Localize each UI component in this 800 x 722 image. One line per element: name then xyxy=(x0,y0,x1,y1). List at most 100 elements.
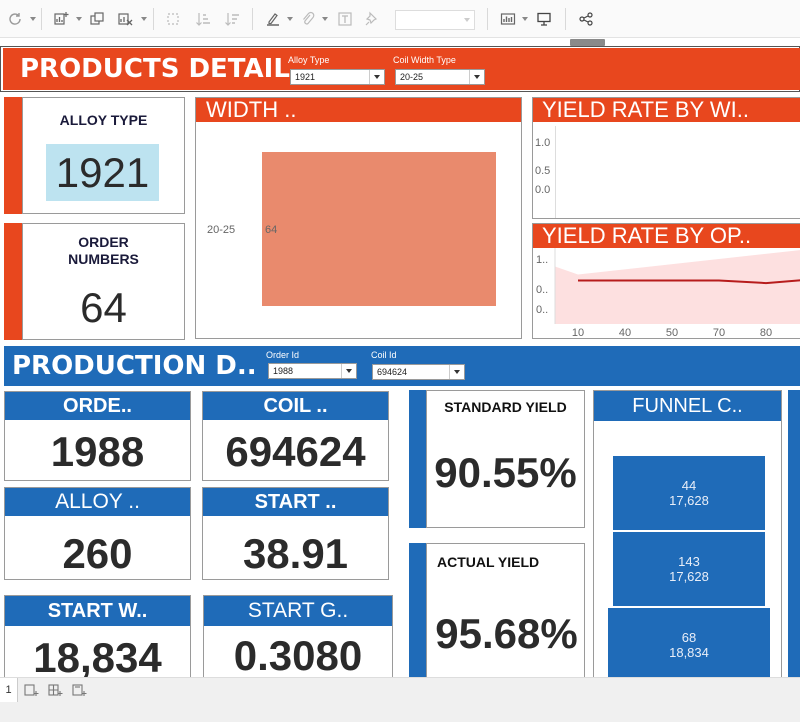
y-tick: 0.0 xyxy=(535,184,551,196)
yield-width-title: YIELD RATE BY WI.. xyxy=(542,97,750,122)
coil-id-filter-value: 694624 xyxy=(377,367,408,377)
production-header: PRODUCTION D.. Order Id 1988 Coil Id 694… xyxy=(4,346,800,386)
alloy-type-card: ALLOY TYPE 1921 xyxy=(22,97,185,214)
chevron-down-icon[interactable] xyxy=(522,17,528,21)
funnel-segment-top: 143 xyxy=(678,554,700,569)
width-chart-header: WIDTH .. xyxy=(196,98,521,122)
start-kpi-card: START .. 38.91 xyxy=(202,487,389,580)
coil-kpi-value: 694624 xyxy=(225,428,366,475)
start-kpi-value: 38.91 xyxy=(242,530,349,577)
alloy-kpi-card: ALLOY .. 260 xyxy=(4,487,191,580)
coil-id-filter[interactable]: 694624 xyxy=(372,364,465,380)
order-id-filter[interactable]: 1988 xyxy=(268,363,357,379)
order-numbers-card: ORDER NUMBERS 64 xyxy=(22,223,185,340)
show-me-icon[interactable] xyxy=(497,8,519,30)
accent-bar xyxy=(4,223,22,340)
new-dashboard-icon[interactable] xyxy=(46,681,64,699)
pin-icon[interactable] xyxy=(361,8,383,30)
order-numbers-value: 64 xyxy=(80,284,127,331)
standard-yield-value: 90.55% xyxy=(434,449,577,496)
order-kpi-card: ORDE.. 1988 xyxy=(4,391,191,481)
coil-kpi-card: COIL .. 694624 xyxy=(202,391,389,481)
funnel-segment-bottom: 18,834 xyxy=(669,645,709,660)
width-chart: WIDTH .. 20-25 64 xyxy=(195,97,522,339)
start-weight-kpi-card: START W.. 18,834 xyxy=(4,595,191,681)
new-worksheet-icon[interactable] xyxy=(22,681,40,699)
x-tick: 80 xyxy=(760,327,772,338)
yield-op-header: YIELD RATE BY OP.. xyxy=(533,224,800,248)
start-kpi-title: START .. xyxy=(203,488,388,516)
actual-yield-card: ACTUAL YIELD 95.68% xyxy=(426,543,585,677)
coil-kpi-title: COIL .. xyxy=(203,392,388,420)
start-gauge-kpi-card: START G.. 0.3080 xyxy=(203,595,393,679)
x-tick: 40 xyxy=(619,327,631,338)
alloy-type-card-value[interactable]: 1921 xyxy=(46,144,159,201)
chevron-down-icon xyxy=(341,364,356,378)
clear-sheet-icon[interactable] xyxy=(114,8,136,30)
highlight-icon[interactable] xyxy=(262,8,284,30)
funnel-segment[interactable]: 68 18,834 xyxy=(608,608,770,678)
new-worksheet-icon[interactable] xyxy=(50,8,72,30)
chevron-down-icon xyxy=(449,365,464,379)
chevron-down-icon[interactable] xyxy=(287,17,293,21)
alloy-type-filter-value: 1921 xyxy=(295,72,316,82)
funnel-segment[interactable]: 44 17,628 xyxy=(613,456,765,530)
category-label: 20-25 xyxy=(207,224,235,236)
sheet-tab[interactable]: 1 xyxy=(0,678,18,702)
funnel-title: FUNNEL C.. xyxy=(632,395,743,417)
toolbar xyxy=(0,0,800,38)
fit-dropdown[interactable] xyxy=(395,10,475,30)
attach-icon[interactable] xyxy=(297,8,319,30)
coil-width-filter[interactable]: 20-25 xyxy=(395,69,485,85)
x-tick: 50 xyxy=(666,327,678,338)
collapse-handle[interactable] xyxy=(570,39,605,46)
presentation-icon[interactable] xyxy=(533,8,555,30)
chevron-down-icon[interactable] xyxy=(76,17,82,21)
funnel-segment-top: 68 xyxy=(681,630,697,645)
start-gauge-kpi-title: START G.. xyxy=(204,596,392,626)
funnel-segment-bottom: 17,628 xyxy=(669,493,709,508)
refresh-icon[interactable] xyxy=(4,8,26,30)
toolbar-divider xyxy=(487,8,488,30)
x-tick: 70 xyxy=(713,327,725,338)
sort-ascending-icon[interactable] xyxy=(192,8,214,30)
share-icon[interactable] xyxy=(575,8,597,30)
funnel-header: FUNNEL C.. xyxy=(594,391,781,421)
order-numbers-title-line1: ORDER xyxy=(78,234,129,250)
order-id-filter-label: Order Id xyxy=(266,350,300,360)
sort-descending-icon[interactable] xyxy=(221,8,243,30)
text-box-icon[interactable] xyxy=(334,8,356,30)
funnel-segment-top: 44 xyxy=(681,478,697,493)
toolbar-divider xyxy=(153,8,154,30)
bar-data-label: 64 xyxy=(265,224,277,236)
alloy-type-filter[interactable]: 1921 xyxy=(290,69,385,85)
coil-id-filter-label: Coil Id xyxy=(371,350,397,360)
duplicate-icon[interactable] xyxy=(86,8,108,30)
start-weight-kpi-value: 18,834 xyxy=(33,634,162,681)
actual-yield-value: 95.68% xyxy=(435,610,578,657)
swap-icon[interactable] xyxy=(162,8,184,30)
width-bar xyxy=(262,152,496,306)
yield-band-area xyxy=(555,250,800,324)
yield-width-chart: YIELD RATE BY WI.. 1.0 0.5 0.0 xyxy=(532,97,800,219)
chevron-down-icon[interactable] xyxy=(141,17,147,21)
coil-width-filter-label: Coil Width Type xyxy=(393,55,456,65)
production-title: PRODUCTION D.. xyxy=(12,351,257,381)
accent-bar xyxy=(788,390,800,677)
yield-width-header: YIELD RATE BY WI.. xyxy=(533,98,800,122)
y-axis-line xyxy=(555,126,556,218)
sheet-tab-bar: 1 xyxy=(0,677,800,722)
chevron-down-icon[interactable] xyxy=(30,17,36,21)
yield-op-title: YIELD RATE BY OP.. xyxy=(542,223,752,248)
alloy-type-card-title: ALLOY TYPE xyxy=(59,112,148,128)
order-kpi-title: ORDE.. xyxy=(5,392,190,420)
standard-yield-card: STANDARD YIELD 90.55% xyxy=(426,390,585,528)
chevron-down-icon[interactable] xyxy=(322,17,328,21)
new-story-icon[interactable] xyxy=(70,681,88,699)
funnel-segment[interactable]: 143 17,628 xyxy=(613,532,765,606)
alloy-type-filter-label: Alloy Type xyxy=(288,55,330,65)
funnel-card: FUNNEL C.. 44 17,628 143 17,628 68 18,83… xyxy=(593,390,782,678)
actual-yield-title: ACTUAL YIELD xyxy=(437,554,540,570)
order-id-filter-value: 1988 xyxy=(273,366,294,376)
yield-op-chart: YIELD RATE BY OP.. 1.. 0.. 0.. 10 40 50 70 8… xyxy=(532,223,800,339)
